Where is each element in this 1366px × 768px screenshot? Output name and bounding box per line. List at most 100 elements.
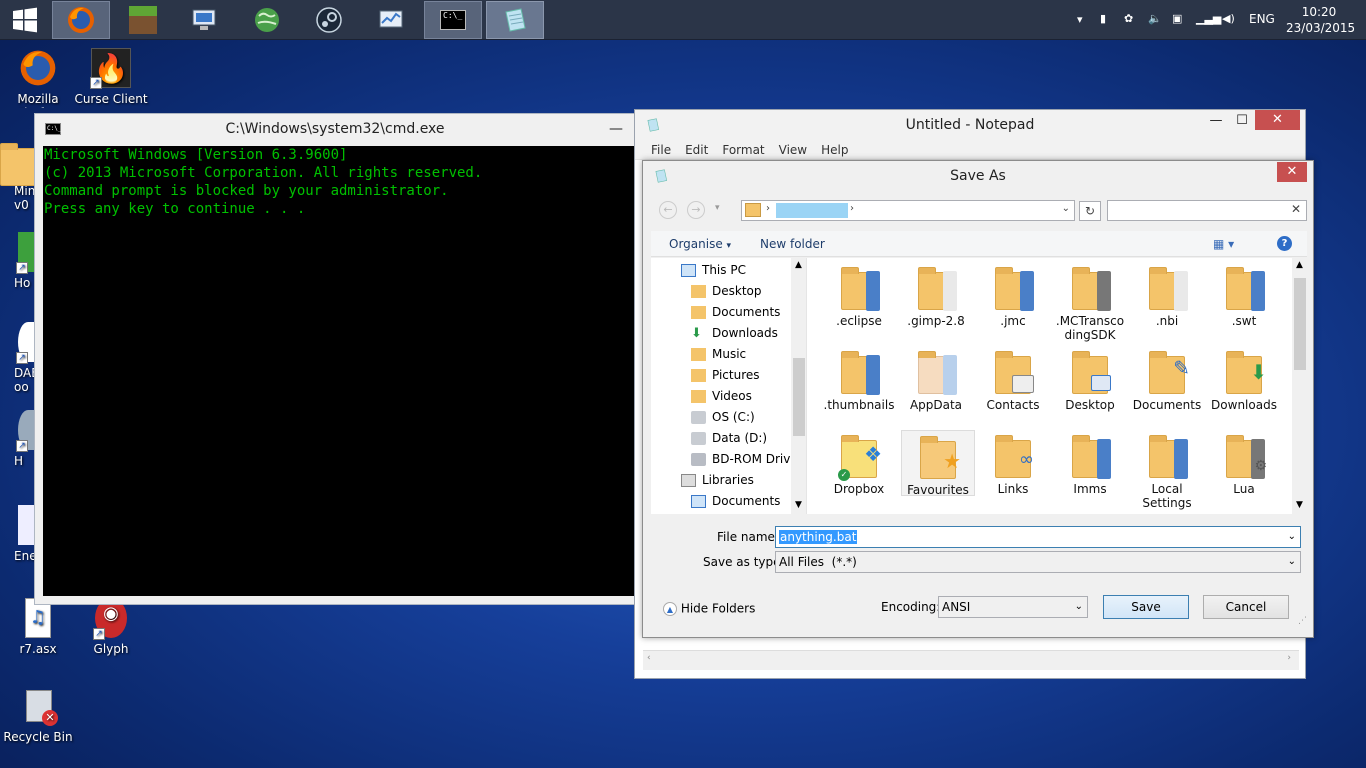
folder-item[interactable]: ⚙ Lua <box>1207 432 1281 496</box>
navigation-pane[interactable]: This PC Desktop Documents ⬇ Downloads Mus… <box>651 258 807 514</box>
folder-item[interactable]: ❖ ✓ Dropbox <box>822 432 896 496</box>
desktop-icon-r7-asx[interactable]: ♫ r7.asx <box>0 598 76 656</box>
notepad-horizontal-scrollbar[interactable]: ‹ › <box>643 650 1299 670</box>
network-share-icon[interactable]: ✿ <box>1124 12 1133 25</box>
tree-item-os-c[interactable]: OS (C:) <box>691 407 755 428</box>
tree-item-documents[interactable]: Documents <box>691 302 780 323</box>
volume-muted-icon[interactable]: 🔈 <box>1148 12 1162 25</box>
tree-item-desktop[interactable]: Desktop <box>691 281 762 302</box>
folder-item-favourites-hover[interactable]: ★ Favourites <box>901 430 975 497</box>
forward-arrow-icon[interactable]: → <box>687 201 705 219</box>
tree-item-data-d[interactable]: Data (D:) <box>691 428 767 449</box>
help-icon[interactable]: ? <box>1277 236 1292 251</box>
save-button[interactable]: Save <box>1103 595 1189 619</box>
folder-item[interactable]: ⬇ Downloads <box>1207 348 1281 412</box>
tree-item-library-documents[interactable]: Documents <box>691 491 780 512</box>
folder-item[interactable]: .nbi <box>1130 264 1204 328</box>
taskbar-performance-monitor[interactable] <box>362 1 420 39</box>
file-list[interactable]: .eclipse .gimp-2.8 .jmc .MCTranscodingSD… <box>807 258 1292 514</box>
folder-item[interactable]: .MCTranscodingSDK <box>1053 264 1127 342</box>
close-button[interactable]: ✕ <box>1255 110 1300 130</box>
tree-item-videos[interactable]: Videos <box>691 386 752 407</box>
tree-item-pictures[interactable]: Pictures <box>691 365 760 386</box>
cancel-button[interactable]: Cancel <box>1203 595 1289 619</box>
file-name-input[interactable]: anything.bat ⌄ <box>775 526 1301 548</box>
desktop-icon-glyph[interactable]: ◉ ↗ Glyph <box>73 598 149 656</box>
menu-view[interactable]: View <box>779 140 807 159</box>
tree-item-downloads[interactable]: ⬇ Downloads <box>691 323 778 344</box>
save-as-type-select[interactable]: All Files (*.*) ⌄ <box>775 551 1301 573</box>
desktop-icon-recycle-bin[interactable]: ✕ Recycle Bin <box>0 686 76 744</box>
folder-item[interactable]: .swt <box>1207 264 1281 328</box>
scroll-left-arrow-icon[interactable]: ‹ <box>647 653 651 663</box>
language-indicator[interactable]: ENG <box>1249 12 1275 26</box>
clock[interactable]: 10:20 23/03/2015 <box>1286 4 1355 36</box>
folder-item[interactable]: Contacts <box>976 348 1050 412</box>
back-arrow-icon[interactable]: ← <box>659 201 677 219</box>
taskbar-firefox[interactable] <box>52 1 110 39</box>
taskbar-globe[interactable] <box>238 1 296 39</box>
folder-item[interactable]: .eclipse <box>822 264 896 328</box>
desktop-icon-curse-client[interactable]: 🔥 ↗ Curse Client <box>73 48 149 106</box>
speaker-icon[interactable]: ◀) <box>1222 12 1235 25</box>
save-as-titlebar[interactable]: Save As ✕ <box>643 161 1313 191</box>
save-as-type-dropdown-chevron-icon[interactable]: ⌄ <box>1288 552 1296 572</box>
cmd-titlebar[interactable]: C:\_ C:\Windows\system32\cmd.exe — <box>35 114 635 146</box>
clear-search-icon[interactable]: ✕ <box>1291 202 1301 216</box>
scrollbar-thumb[interactable] <box>1294 278 1306 370</box>
taskbar-steam[interactable] <box>300 1 358 39</box>
battery-icon[interactable]: ▮ <box>1100 12 1106 25</box>
encoding-select[interactable]: ANSI ⌄ <box>938 596 1088 618</box>
taskbar-remote-desktop[interactable] <box>176 1 234 39</box>
folder-item[interactable]: .thumbnails <box>822 348 896 412</box>
resize-grip-icon[interactable]: ⋰ <box>1298 616 1307 626</box>
tree-vertical-scrollbar[interactable]: ▲ ▼ <box>791 258 806 514</box>
organise-button[interactable]: Organise ▾ <box>669 237 731 251</box>
folder-item[interactable]: ∞ Links <box>976 432 1050 496</box>
scroll-down-arrow-icon[interactable]: ▼ <box>1296 500 1303 510</box>
cmd-console-output[interactable]: Microsoft Windows [Version 6.3.9600] (c) … <box>43 146 635 596</box>
view-options-icon[interactable]: ▦ ▾ <box>1213 237 1234 251</box>
cmd-window[interactable]: C:\_ C:\Windows\system32\cmd.exe — Micro… <box>34 113 636 605</box>
encoding-dropdown-chevron-icon[interactable]: ⌄ <box>1075 597 1083 617</box>
folder-item[interactable]: .gimp-2.8 <box>899 264 973 328</box>
tree-item-music[interactable]: Music <box>691 344 746 365</box>
signal-bars-icon[interactable]: ▁▃▅ <box>1196 12 1221 25</box>
minimize-button[interactable]: — <box>609 114 623 144</box>
menu-help[interactable]: Help <box>821 140 848 159</box>
display-icon[interactable]: ▣ <box>1172 12 1182 25</box>
refresh-icon[interactable]: ↻ <box>1079 201 1101 221</box>
tree-item-this-pc[interactable]: This PC <box>681 260 746 281</box>
scroll-right-arrow-icon[interactable]: › <box>1287 653 1291 663</box>
folder-item[interactable]: Local Settings <box>1130 432 1204 510</box>
tray-overflow-chevron-icon[interactable]: ▾ <box>1077 13 1083 26</box>
save-as-dialog[interactable]: Save As ✕ ← → ▾ › › ⌄ ↻ ✕ Organise ▾ New… <box>642 160 1314 638</box>
hide-folders-button[interactable]: ▲ Hide Folders <box>663 601 755 616</box>
tree-item-libraries[interactable]: Libraries <box>681 470 754 491</box>
folder-item[interactable]: AppData <box>899 348 973 412</box>
taskbar-cmd[interactable]: C:\_ <box>424 1 482 39</box>
file-list-vertical-scrollbar[interactable]: ▲ ▼ <box>1292 258 1308 514</box>
start-button[interactable] <box>0 1 50 39</box>
maximize-button[interactable]: ☐ <box>1227 110 1257 132</box>
folder-item[interactable]: ✎ Documents <box>1130 348 1204 412</box>
menu-format[interactable]: Format <box>722 140 764 159</box>
recent-locations-chevron-icon[interactable]: ▾ <box>715 203 720 213</box>
close-button[interactable]: ✕ <box>1277 162 1307 182</box>
taskbar-minecraft[interactable] <box>114 1 172 39</box>
folder-item[interactable]: Desktop <box>1053 348 1127 412</box>
scrollbar-thumb[interactable] <box>793 358 805 436</box>
scroll-up-arrow-icon[interactable]: ▲ <box>795 260 802 270</box>
folder-item[interactable]: .jmc <box>976 264 1050 328</box>
address-bar[interactable]: › › ⌄ <box>741 200 1075 221</box>
tree-item-bd-rom[interactable]: BD-ROM Drive <box>691 449 798 470</box>
folder-item[interactable]: Imms <box>1053 432 1127 496</box>
taskbar-notepad[interactable] <box>486 1 544 39</box>
menu-edit[interactable]: Edit <box>685 140 708 159</box>
search-box[interactable]: ✕ <box>1107 200 1307 221</box>
file-name-dropdown-chevron-icon[interactable]: ⌄ <box>1288 527 1296 547</box>
scroll-down-arrow-icon[interactable]: ▼ <box>795 500 802 510</box>
menu-file[interactable]: File <box>651 140 671 159</box>
desktop-icon-firefox[interactable]: Mozilla Firefox <box>0 48 76 108</box>
address-dropdown-chevron-icon[interactable]: ⌄ <box>1062 203 1070 214</box>
